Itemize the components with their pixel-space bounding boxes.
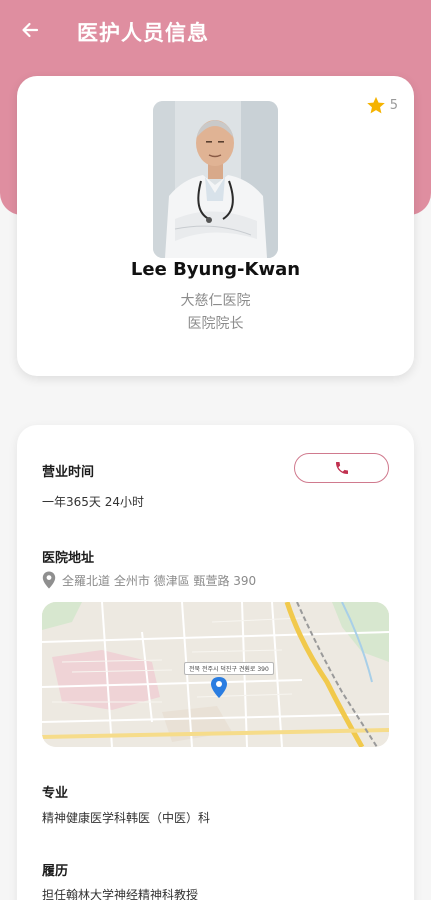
hours-value: 一年365天 24小时 bbox=[42, 495, 144, 509]
address-value: 全羅北道 全州市 德津區 甄萱路 390 bbox=[62, 573, 257, 588]
arrow-left-icon bbox=[22, 22, 39, 38]
star-icon bbox=[366, 96, 385, 114]
map-pin-label: 전북 전주시 덕진구 견훤로 390 bbox=[184, 662, 274, 675]
rating-value: 5 bbox=[389, 98, 398, 113]
address-row: 全羅北道 全州市 德津區 甄萱路 390 bbox=[42, 571, 256, 589]
address-label: 医院地址 bbox=[42, 551, 95, 566]
doctor-photo bbox=[153, 101, 278, 258]
location-map[interactable]: 전북 전주시 덕진구 견훤로 390 bbox=[42, 602, 389, 747]
doctor-hospital: 大慈仁医院 bbox=[180, 293, 251, 309]
doctor-name: Lee Byung-Kwan bbox=[130, 259, 301, 280]
info-card: 营业时间 一年365天 24小时 医院地址 全羅北道 全州市 德津區 甄萱路 3… bbox=[17, 425, 414, 900]
specialty-value: 精神健康医学科韩医（中医）科 bbox=[42, 811, 211, 825]
page-title: 医护人员信息 bbox=[77, 21, 209, 45]
doctor-position: 医院院长 bbox=[187, 316, 244, 332]
top-app-bar: 医护人员信息 bbox=[0, 0, 431, 64]
hours-label: 营业时间 bbox=[42, 465, 95, 480]
phone-icon bbox=[335, 462, 348, 474]
location-pin-icon bbox=[42, 571, 56, 589]
profile-card: 5 Lee Byung-Kwan 大慈仁医院 医院院长 bbox=[17, 76, 414, 376]
career-value: 担任翰林大学神经精神科教授 bbox=[42, 888, 199, 900]
doctor-portrait-image bbox=[153, 101, 278, 258]
career-label: 履历 bbox=[42, 864, 69, 879]
call-button[interactable] bbox=[294, 453, 389, 483]
specialty-label: 专业 bbox=[42, 786, 69, 801]
back-button[interactable] bbox=[14, 14, 46, 46]
rating: 5 bbox=[366, 96, 398, 115]
